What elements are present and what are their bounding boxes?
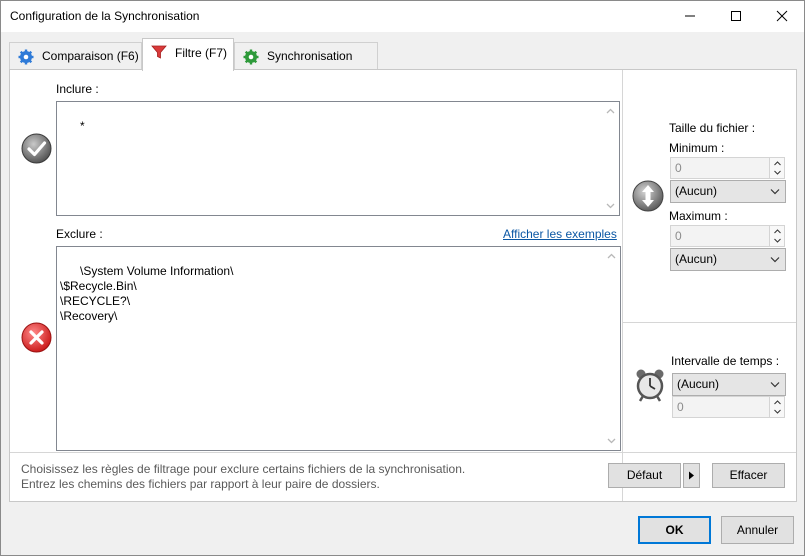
- maximize-button[interactable]: [713, 1, 759, 32]
- panel-divider: [10, 452, 796, 453]
- filter-hint: Choisissez les règles de filtrage pour e…: [21, 462, 465, 492]
- dialog-window: Configuration de la Synchronisation Comp…: [0, 0, 805, 556]
- clear-button[interactable]: Effacer: [712, 463, 785, 488]
- include-scrollbar[interactable]: [603, 103, 618, 214]
- minimize-button[interactable]: [667, 1, 713, 32]
- time-span-unit-select[interactable]: (Aucun): [672, 373, 786, 396]
- min-size-unit-select[interactable]: (Aucun): [670, 180, 786, 203]
- checkmark-icon: [21, 133, 52, 164]
- section-divider: [623, 322, 796, 323]
- spin-down-icon: [774, 238, 781, 243]
- cancel-button[interactable]: Annuler: [721, 516, 794, 544]
- file-size-label: Taille du fichier :: [669, 121, 756, 135]
- exclude-x-icon: [21, 322, 52, 353]
- time-span-spinner[interactable]: 0: [672, 396, 785, 418]
- window-title: Configuration de la Synchronisation: [10, 9, 200, 23]
- alarm-clock-icon: [636, 369, 664, 402]
- file-size-arrows-icon: [632, 180, 664, 212]
- max-size-unit-select[interactable]: (Aucun): [670, 248, 786, 271]
- spin-up-icon: [774, 229, 781, 234]
- max-size-value: 0: [675, 229, 682, 243]
- max-size-label: Maximum :: [669, 209, 728, 223]
- chevron-down-icon: [770, 382, 780, 388]
- min-size-spin-arrows[interactable]: [769, 158, 784, 178]
- exclude-value: \System Volume Information\ \$Recycle.Bi…: [60, 264, 234, 323]
- tab-comparison-label: Comparaison (F6): [42, 49, 139, 63]
- play-arrow-icon: [689, 471, 694, 480]
- spin-down-icon: [774, 409, 781, 414]
- chevron-down-icon: [770, 189, 780, 195]
- scroll-down-icon: [607, 438, 616, 444]
- spin-up-icon: [774, 161, 781, 166]
- close-button[interactable]: [759, 1, 805, 32]
- include-textarea[interactable]: *: [56, 101, 620, 216]
- ok-button[interactable]: OK: [638, 516, 711, 544]
- default-menu-button[interactable]: [683, 463, 700, 488]
- time-span-unit-value: (Aucun): [677, 377, 720, 391]
- hint-line-1: Choisissez les règles de filtrage pour e…: [21, 462, 466, 476]
- chevron-down-icon: [770, 257, 780, 263]
- include-value: *: [80, 119, 85, 133]
- close-icon: [776, 10, 788, 22]
- time-span-value: 0: [677, 400, 684, 414]
- show-examples-link[interactable]: Afficher les exemples: [503, 227, 617, 241]
- min-size-value: 0: [675, 161, 682, 175]
- tab-filter[interactable]: Filtre (F7): [142, 38, 234, 71]
- min-size-label: Minimum :: [669, 141, 725, 155]
- scroll-up-icon: [606, 108, 615, 114]
- maximize-icon: [731, 11, 741, 21]
- tab-comparison[interactable]: Comparaison (F6): [9, 42, 142, 70]
- exclude-scrollbar[interactable]: [604, 248, 619, 449]
- hint-line-2: Entrez les chemins des fichiers par rapp…: [21, 477, 380, 491]
- min-size-spinner[interactable]: 0: [670, 157, 785, 179]
- max-size-unit-value: (Aucun): [675, 252, 718, 266]
- min-size-unit-value: (Aucun): [675, 184, 718, 198]
- scroll-up-icon: [607, 253, 616, 259]
- scroll-down-icon: [606, 203, 615, 209]
- include-label: Inclure :: [56, 82, 99, 96]
- exclude-textarea[interactable]: \System Volume Information\ \$Recycle.Bi…: [56, 246, 621, 451]
- time-span-spin-arrows[interactable]: [769, 397, 784, 417]
- max-size-spinner[interactable]: 0: [670, 225, 785, 247]
- filter-panel: Inclure : * Exclure : Afficher les exemp…: [9, 69, 797, 502]
- spin-down-icon: [774, 170, 781, 175]
- minimize-icon: [685, 15, 695, 17]
- funnel-icon: [151, 45, 167, 59]
- gear-green-icon: [243, 49, 259, 65]
- tab-filter-label: Filtre (F7): [175, 46, 227, 60]
- tab-synchronization[interactable]: Synchronisation (F8): [234, 42, 378, 89]
- title-bar: Configuration de la Synchronisation: [1, 1, 804, 32]
- max-size-spin-arrows[interactable]: [769, 226, 784, 246]
- default-button[interactable]: Défaut: [608, 463, 681, 488]
- time-span-label: Intervalle de temps :: [671, 354, 780, 368]
- exclude-label: Exclure :: [56, 227, 103, 241]
- spin-up-icon: [774, 400, 781, 405]
- gear-blue-icon: [18, 49, 34, 65]
